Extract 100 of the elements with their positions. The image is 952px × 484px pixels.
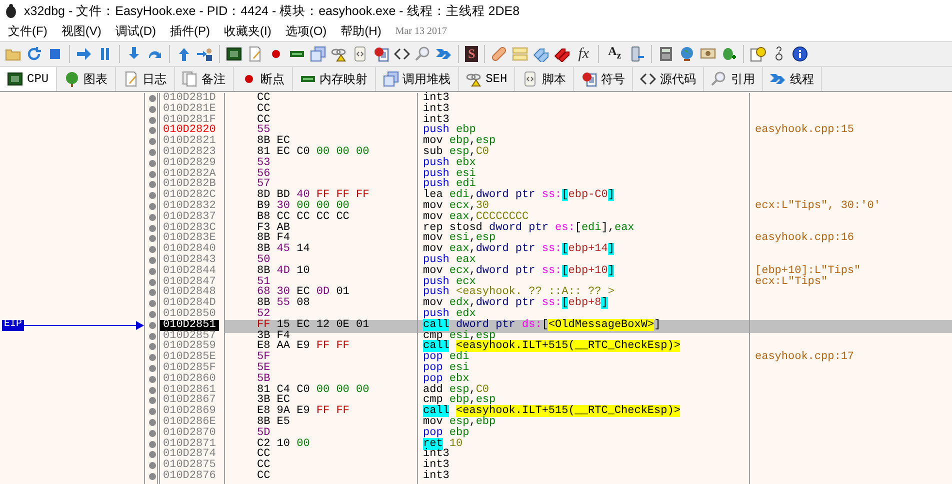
- dot-icon[interactable]: [149, 95, 156, 102]
- dot-icon[interactable]: [149, 116, 156, 124]
- comment-cell-text: ecx:L"Tips", 30:'0': [754, 200, 882, 214]
- tab[interactable]: 备注: [174, 67, 234, 91]
- dot-icon[interactable]: [149, 224, 156, 232]
- dot-icon[interactable]: [149, 268, 156, 275]
- dot-icon[interactable]: [149, 214, 156, 221]
- dot-icon[interactable]: [149, 364, 156, 372]
- menu-item[interactable]: 帮助(H): [340, 23, 382, 40]
- code-icon[interactable]: [640, 71, 656, 87]
- dot-icon[interactable]: [149, 181, 156, 188]
- code-icon[interactable]: [394, 46, 410, 62]
- bookmark-icon[interactable]: [554, 46, 570, 62]
- document-ball-icon[interactable]: [373, 46, 389, 62]
- search-icon[interactable]: [711, 71, 728, 87]
- search-icon[interactable]: [415, 46, 431, 62]
- globe-icon[interactable]: [679, 46, 696, 62]
- dot-icon[interactable]: [149, 440, 156, 448]
- menu-item[interactable]: 调试(D): [115, 23, 156, 40]
- tab[interactable]: SEH: [458, 67, 516, 91]
- help-icon[interactable]: [750, 46, 766, 62]
- tags-icon[interactable]: [533, 46, 550, 62]
- tree-icon[interactable]: [64, 71, 80, 87]
- tab[interactable]: 调用堆栈: [376, 67, 459, 91]
- windows-icon[interactable]: [382, 71, 399, 87]
- dot-icon[interactable]: [149, 192, 156, 200]
- script-icon[interactable]: [522, 71, 538, 87]
- menu-item[interactable]: 视图(V): [61, 23, 102, 40]
- menu-item[interactable]: 收藏夹(I): [224, 23, 272, 40]
- arrow-icon: [22, 320, 144, 330]
- menu-item[interactable]: 文件(F): [8, 23, 48, 40]
- address-text: 010D2860: [162, 374, 217, 385]
- address-text: 010D2823: [162, 146, 217, 158]
- dot-icon[interactable]: [149, 202, 156, 210]
- dot-icon[interactable]: [149, 430, 156, 437]
- chain-warning-icon[interactable]: [466, 71, 482, 87]
- note-icon[interactable]: [247, 46, 263, 62]
- arrow-person-icon[interactable]: [197, 46, 213, 62]
- dot-icon[interactable]: [149, 462, 156, 470]
- dot-icon[interactable]: [149, 289, 156, 296]
- dot-icon[interactable]: [149, 310, 156, 318]
- dot-icon[interactable]: [149, 451, 156, 458]
- document-ball-icon[interactable]: [581, 71, 598, 87]
- dot-icon[interactable]: [149, 160, 156, 167]
- arrow-up-icon[interactable]: [176, 46, 192, 62]
- dot-icon[interactable]: [149, 235, 156, 242]
- restart-icon[interactable]: [26, 46, 42, 62]
- tab[interactable]: 断点: [234, 67, 293, 91]
- dot-icon[interactable]: [149, 343, 156, 350]
- address-text: 010D2850: [162, 308, 217, 320]
- address-text: 010D2869: [162, 406, 217, 417]
- pages-icon[interactable]: [182, 71, 198, 87]
- menu-item[interactable]: 选项(O): [285, 23, 327, 40]
- double-arrow-icon[interactable]: [770, 71, 786, 87]
- dot-icon[interactable]: [149, 322, 156, 329]
- comment-icon[interactable]: [512, 46, 528, 62]
- chain-warning-icon[interactable]: [331, 46, 347, 62]
- menu-item[interactable]: 插件(P): [170, 23, 210, 40]
- windows-icon[interactable]: [310, 46, 326, 62]
- function-button[interactable]: fx: [575, 46, 592, 62]
- phone-icon[interactable]: [629, 46, 646, 62]
- info-icon[interactable]: [792, 46, 808, 62]
- dot-icon[interactable]: [149, 408, 156, 416]
- dot-icon[interactable]: [149, 278, 156, 286]
- bug-plus-icon[interactable]: [721, 46, 738, 62]
- build-date: Mar 13 2017: [395, 26, 447, 37]
- bug-icon[interactable]: [3, 3, 19, 19]
- tab[interactable]: 日志: [116, 67, 175, 91]
- dot-icon[interactable]: [149, 418, 156, 426]
- comment-cell-text: ecx:L"Tips": [754, 276, 829, 290]
- chip-icon[interactable]: [7, 71, 23, 87]
- tab[interactable]: 图表: [56, 67, 116, 91]
- dot-icon[interactable]: [149, 300, 156, 308]
- stop-icon[interactable]: [47, 46, 63, 62]
- dot-icon[interactable]: [149, 386, 156, 394]
- s-button[interactable]: S: [465, 46, 478, 62]
- dot-icon[interactable]: [149, 106, 156, 113]
- double-arrow-icon[interactable]: [436, 46, 452, 62]
- dot-icon[interactable]: [149, 127, 156, 134]
- address-text: 010D285F: [162, 362, 217, 374]
- dot-icon[interactable]: [149, 332, 156, 340]
- arrow-right-icon[interactable]: [76, 46, 92, 62]
- script-icon[interactable]: [352, 46, 368, 62]
- dot-icon[interactable]: [149, 354, 156, 362]
- dot-icon[interactable]: [149, 472, 156, 480]
- dot-icon[interactable]: [149, 170, 156, 178]
- address-text: 010D2876: [162, 470, 217, 482]
- calculator-icon[interactable]: [658, 46, 674, 62]
- note-icon[interactable]: [122, 71, 139, 87]
- chip-icon[interactable]: [226, 46, 242, 62]
- tab[interactable]: 内存映射: [292, 67, 376, 91]
- dot-icon[interactable]: [149, 397, 156, 404]
- dot-icon[interactable]: [149, 256, 156, 264]
- font-button[interactable]: A$_{z}$: [605, 43, 624, 65]
- dot-icon[interactable]: [149, 376, 156, 383]
- address-text: 010D2851: [160, 320, 219, 331]
- dot-icon[interactable]: [149, 148, 156, 156]
- tab[interactable]: CPU: [0, 67, 57, 91]
- dot-icon[interactable]: [149, 138, 156, 146]
- dot-icon[interactable]: [149, 246, 156, 254]
